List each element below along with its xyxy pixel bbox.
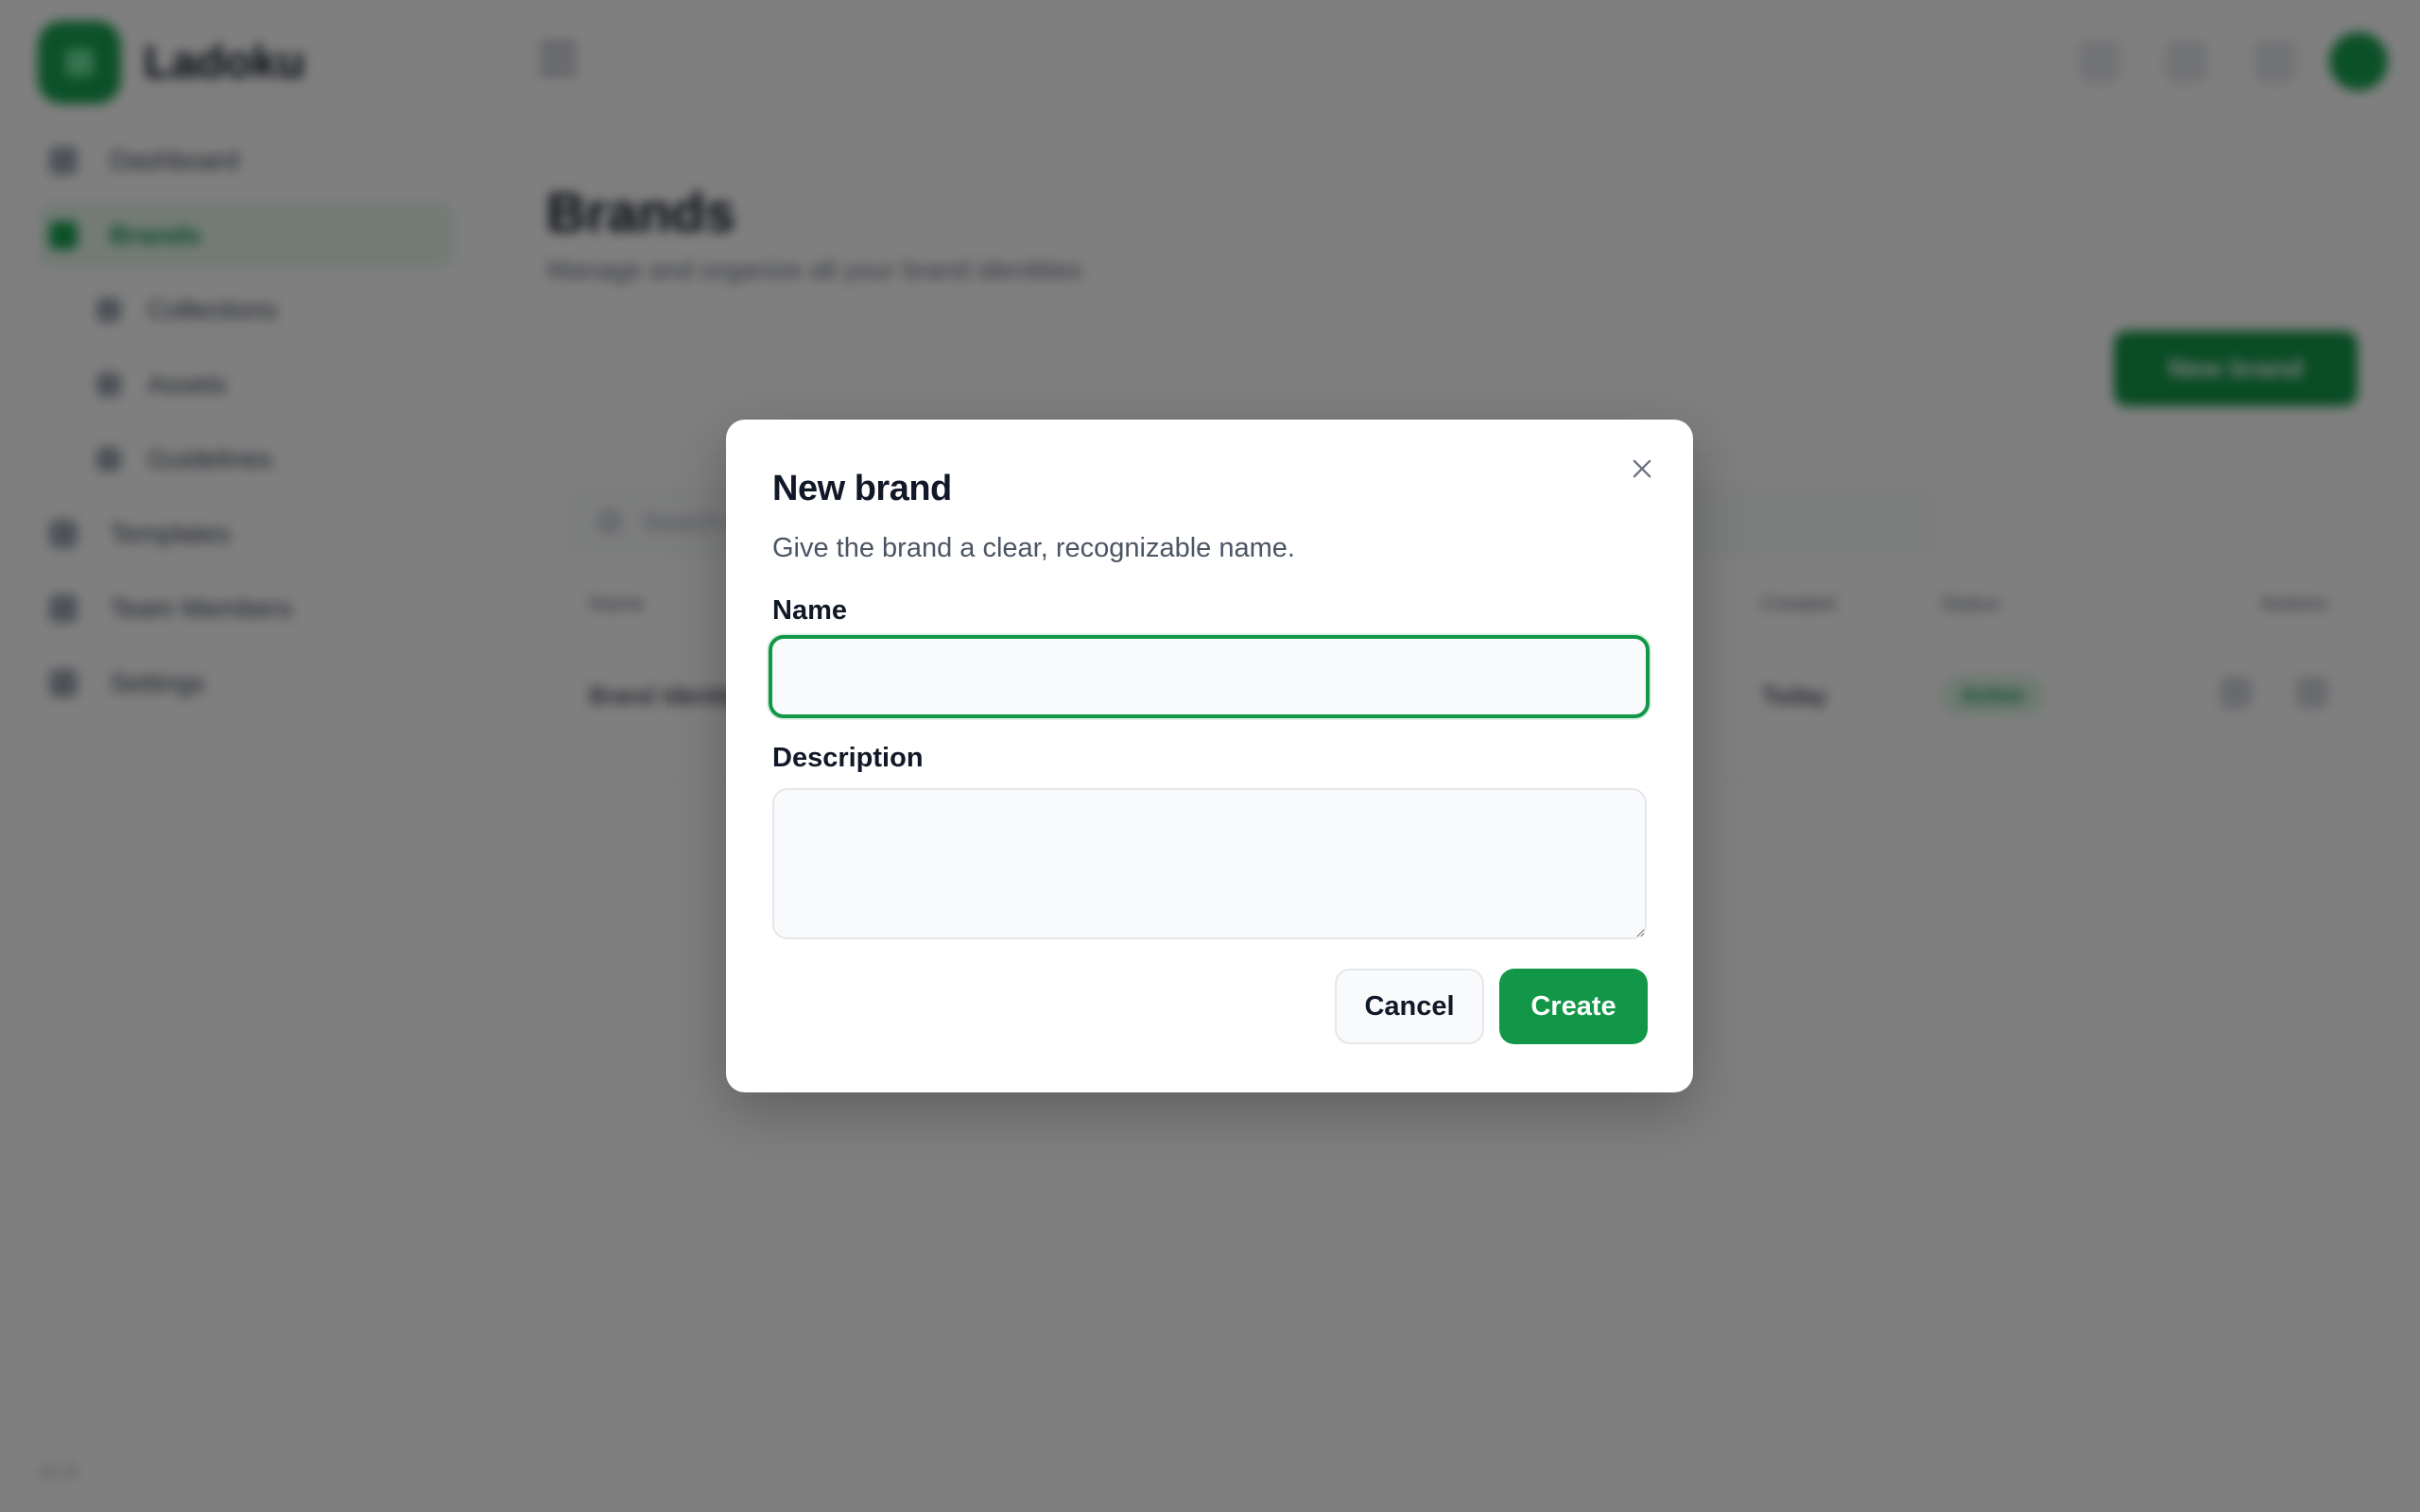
description-textarea[interactable] [772,788,1647,939]
description-label: Description [772,743,924,773]
dialog-title: New brand [772,469,952,508]
close-button[interactable] [1625,452,1659,486]
close-icon [1633,459,1651,478]
create-button[interactable]: Create [1499,969,1648,1044]
cancel-button[interactable]: Cancel [1335,969,1484,1044]
dialog-description: Give the brand a clear, recognizable nam… [772,533,1295,563]
new-brand-dialog: New brand Give the brand a clear, recogn… [726,420,1693,1092]
name-input[interactable] [769,635,1650,718]
name-label: Name [772,595,847,626]
